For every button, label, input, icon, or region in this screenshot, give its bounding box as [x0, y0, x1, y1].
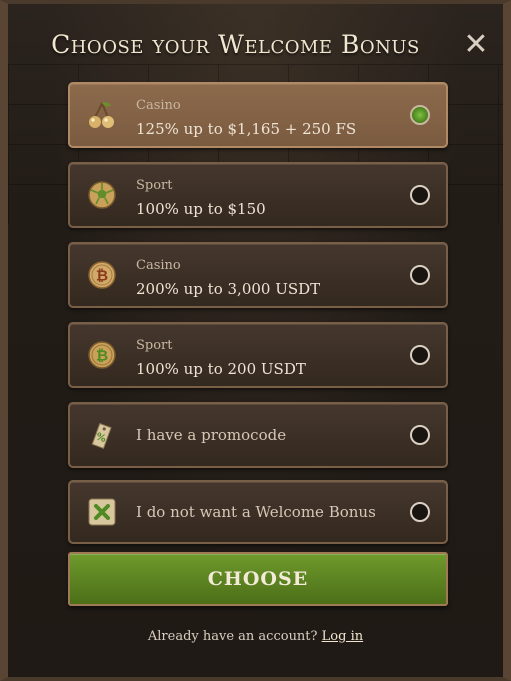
bitcoin-coin-icon: ₿	[88, 261, 116, 289]
svg-text:₿: ₿	[96, 347, 108, 365]
svg-text:₿: ₿	[96, 267, 108, 285]
close-icon[interactable]: ✕	[463, 30, 489, 60]
radio-unselected[interactable]	[410, 425, 430, 445]
option-category: Sport	[136, 178, 173, 193]
bitcoin-coin-green-icon: ₿	[88, 341, 116, 369]
radio-unselected[interactable]	[410, 345, 430, 365]
no-bonus-option[interactable]: I do not want a Welcome Bonus	[68, 480, 448, 544]
soccer-ball-icon	[88, 181, 116, 209]
login-link[interactable]: Log in	[322, 629, 363, 644]
tag-icon: %	[91, 422, 112, 449]
promocode-option[interactable]: % I have a promocode	[68, 402, 448, 468]
option-label: 125% up to $1,165 + 250 FS	[136, 120, 357, 138]
option-category: Casino	[136, 98, 181, 113]
bonus-option-sport-1[interactable]: Sport 100% up to $150	[68, 162, 448, 228]
option-label: I have a promocode	[136, 426, 287, 444]
welcome-bonus-modal: Choose your Welcome Bonus ✕ Casino 125% …	[0, 0, 511, 681]
radio-unselected[interactable]	[410, 502, 430, 522]
option-category: Casino	[136, 258, 181, 273]
option-label: 100% up to 200 USDT	[136, 360, 306, 378]
radio-unselected[interactable]	[410, 185, 430, 205]
option-label: I do not want a Welcome Bonus	[136, 503, 376, 521]
option-label: 200% up to 3,000 USDT	[136, 280, 321, 298]
cherry-icon	[89, 102, 114, 128]
bonus-option-sport-2[interactable]: ₿ Sport 100% up to 200 USDT	[68, 322, 448, 388]
footer: Already have an account? Log in	[8, 629, 503, 644]
option-label: 100% up to $150	[136, 200, 266, 218]
x-card-icon	[88, 498, 116, 526]
choose-button[interactable]: CHOOSE	[68, 552, 448, 606]
footer-text: Already have an account?	[147, 629, 318, 644]
modal-title: Choose your Welcome Bonus	[51, 30, 420, 59]
bonus-option-casino-2[interactable]: ₿ Casino 200% up to 3,000 USDT	[68, 242, 448, 308]
option-category: Sport	[136, 338, 173, 353]
radio-selected[interactable]	[410, 105, 430, 125]
radio-unselected[interactable]	[410, 265, 430, 285]
bonus-option-casino-1[interactable]: Casino 125% up to $1,165 + 250 FS	[68, 82, 448, 148]
